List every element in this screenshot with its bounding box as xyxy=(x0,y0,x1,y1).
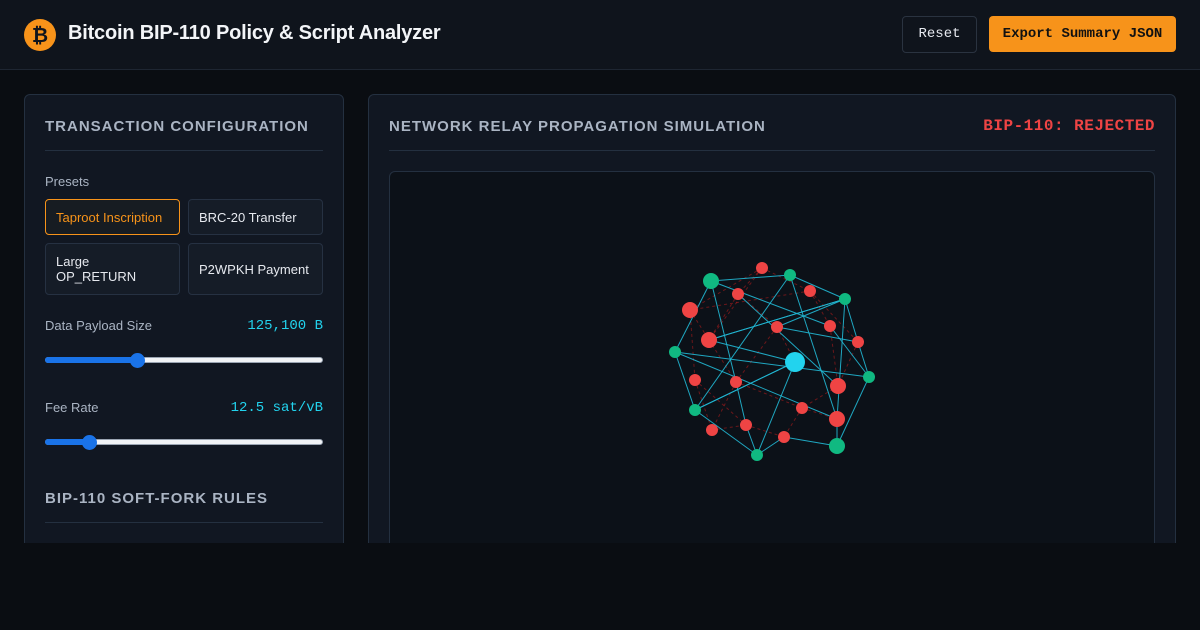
relay-edge xyxy=(710,274,791,282)
relay-edge xyxy=(789,274,846,300)
relaying-node[interactable] xyxy=(669,346,681,358)
payload-size-label: Data Payload Size xyxy=(45,318,152,333)
rejecting-node[interactable] xyxy=(701,332,717,348)
origin-node[interactable] xyxy=(785,352,805,372)
rejecting-node[interactable] xyxy=(756,262,768,274)
export-summary-button[interactable]: Export Summary JSON xyxy=(989,16,1176,52)
preset-large-op-return[interactable]: Large OP_RETURN xyxy=(45,243,180,295)
bip110-status-badge: BIP-110: REJECTED xyxy=(983,117,1155,135)
rejecting-node[interactable] xyxy=(732,288,744,300)
rejecting-node[interactable] xyxy=(829,411,845,427)
divider xyxy=(45,150,323,151)
relay-edge xyxy=(756,361,796,456)
page-footer-area xyxy=(0,543,1200,630)
payload-size-value: 125,100 B xyxy=(247,318,323,334)
relay-edge xyxy=(694,409,758,456)
relaying-node[interactable] xyxy=(863,371,875,383)
relaying-node[interactable] xyxy=(751,449,763,461)
fee-rate-label: Fee Rate xyxy=(45,400,99,415)
divider xyxy=(45,522,323,523)
transaction-configuration-panel: TRANSACTION CONFIGURATION Presets Taproo… xyxy=(24,94,344,564)
slider-thumb[interactable] xyxy=(129,353,145,368)
bip110-rules-title: BIP-110 SOFT-FORK RULES xyxy=(45,490,269,507)
network-graph xyxy=(669,262,875,461)
network-graph-canvas[interactable] xyxy=(389,171,1155,551)
rejecting-node[interactable] xyxy=(740,419,752,431)
preset-p2wpkh-payment[interactable]: P2WPKH Payment xyxy=(188,243,323,295)
relay-edge xyxy=(694,361,796,411)
relaying-node[interactable] xyxy=(784,269,796,281)
preset-taproot-inscription[interactable]: Taproot Inscription xyxy=(45,199,180,235)
blocked-edge xyxy=(689,267,763,311)
divider xyxy=(389,150,1155,151)
slider-fill xyxy=(45,357,137,363)
rejecting-node[interactable] xyxy=(689,374,701,386)
network-simulation-panel: NETWORK RELAY PROPAGATION SIMULATION BIP… xyxy=(368,94,1176,564)
presets-label: Presets xyxy=(45,174,90,189)
rejecting-node[interactable] xyxy=(824,320,836,332)
payload-size-slider[interactable] xyxy=(45,353,323,368)
rejecting-node[interactable] xyxy=(830,378,846,394)
rejecting-node[interactable] xyxy=(804,285,816,297)
simulation-panel-title: NETWORK RELAY PROPAGATION SIMULATION xyxy=(389,118,766,135)
relay-edge xyxy=(783,436,838,447)
app-title: Bitcoin BIP-110 Policy & Script Analyzer xyxy=(68,22,441,44)
blocked-edge xyxy=(689,290,811,311)
relaying-node[interactable] xyxy=(703,273,719,289)
relay-edge xyxy=(776,326,859,343)
config-panel-title: TRANSACTION CONFIGURATION xyxy=(45,118,309,135)
rejecting-node[interactable] xyxy=(796,402,808,414)
fee-rate-slider[interactable] xyxy=(45,435,323,450)
app-header: ₿ Bitcoin BIP-110 Policy & Script Analyz… xyxy=(0,0,1200,70)
blocked-edge xyxy=(711,381,737,431)
rejecting-node[interactable] xyxy=(682,302,698,318)
relay-edge xyxy=(836,298,846,420)
rejecting-node[interactable] xyxy=(778,431,790,443)
relaying-node[interactable] xyxy=(689,404,701,416)
preset-brc20-transfer[interactable]: BRC-20 Transfer xyxy=(188,199,323,235)
relay-edge xyxy=(708,339,796,363)
rejecting-node[interactable] xyxy=(852,336,864,348)
slider-thumb[interactable] xyxy=(82,435,98,450)
relaying-node[interactable] xyxy=(839,293,851,305)
reset-button[interactable]: Reset xyxy=(902,16,977,53)
relay-edge xyxy=(708,298,846,341)
bitcoin-logo-icon: ₿ xyxy=(24,19,56,51)
rejecting-node[interactable] xyxy=(771,321,783,333)
fee-rate-value: 12.5 sat/vB xyxy=(230,400,323,416)
relaying-node[interactable] xyxy=(829,438,845,454)
rejecting-node[interactable] xyxy=(706,424,718,436)
rejecting-node[interactable] xyxy=(730,376,742,388)
